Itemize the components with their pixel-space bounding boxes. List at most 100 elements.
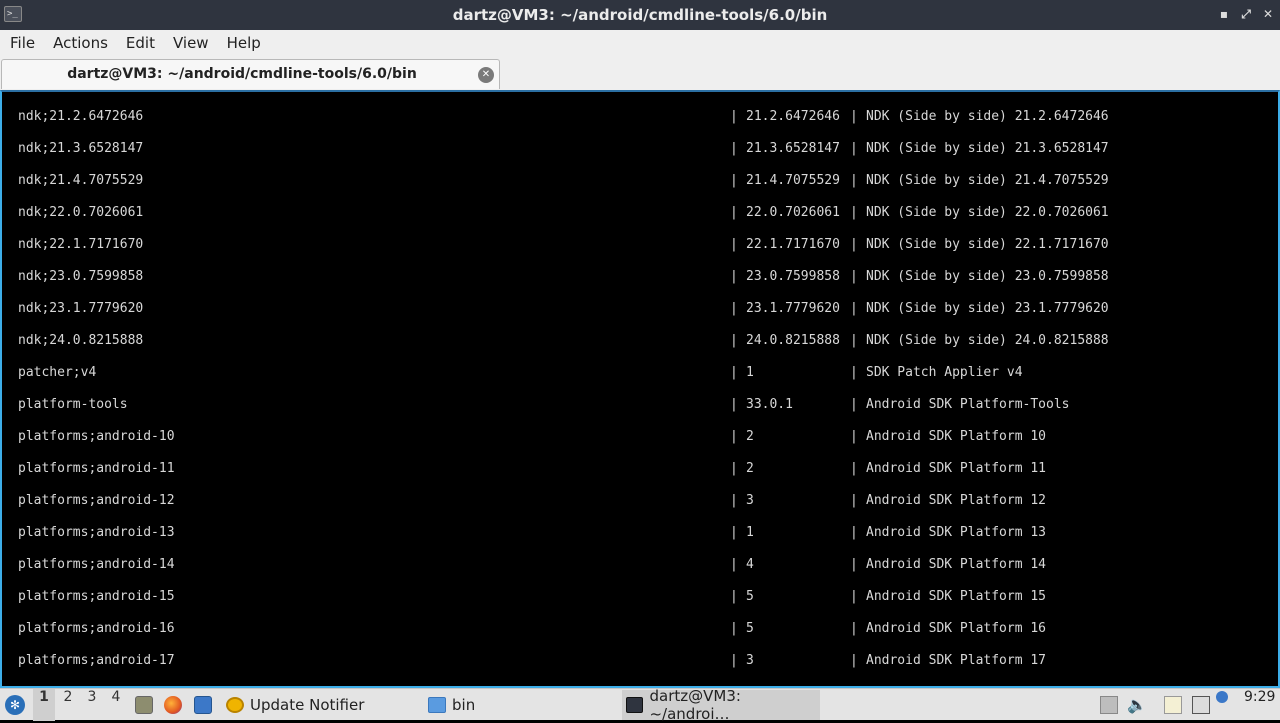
package-version: 33.0.1: [746, 397, 793, 412]
menu-actions[interactable]: Actions: [45, 30, 116, 57]
package-path: ndk;22.0.7026061: [18, 205, 144, 220]
column-separator: |: [730, 589, 738, 604]
close-button[interactable]: ✕: [1260, 6, 1276, 22]
terminal-line: platforms;android-13 | 1 | Android SDK Platf…: [18, 523, 1258, 555]
package-description: Android SDK Platform-Tools: [866, 397, 1070, 412]
package-path: platforms;android-15: [18, 589, 175, 604]
package-path: ndk;24.0.8215888: [18, 333, 144, 348]
column-separator: |: [850, 461, 858, 476]
package-description: Android SDK Platform 14: [866, 557, 1047, 572]
package-description: Android SDK Platform 17: [866, 653, 1047, 668]
menu-help[interactable]: Help: [219, 30, 269, 57]
column-separator: |: [730, 525, 738, 540]
package-version: 4: [746, 557, 754, 572]
column-separator: |: [850, 397, 858, 412]
package-version: 22.1.7171670: [746, 237, 840, 252]
package-description: NDK (Side by side) 21.4.7075529: [866, 173, 1109, 188]
column-separator: |: [730, 461, 738, 476]
firefox-icon[interactable]: [164, 696, 182, 714]
workspace-2[interactable]: 2: [57, 689, 79, 721]
package-version: 5: [746, 621, 754, 636]
package-path: platforms;android-10: [18, 429, 175, 444]
terminal-line: ndk;21.2.6472646 | 21.2.6472646 | NDK (Side …: [18, 107, 1258, 139]
clipboard-icon[interactable]: [1100, 696, 1118, 714]
minimize-button[interactable]: ▪: [1216, 6, 1232, 22]
workspace-4[interactable]: 4: [105, 689, 127, 721]
package-path: platforms;android-12: [18, 493, 175, 508]
package-description: NDK (Side by side) 24.0.8215888: [866, 333, 1109, 348]
workspace-1[interactable]: 1: [33, 689, 55, 721]
terminal-line: platforms;android-12 | 3 | Android SDK Platf…: [18, 491, 1258, 523]
terminal-line: ndk;22.1.7171670 | 22.1.7171670 | NDK (Side …: [18, 235, 1258, 267]
column-separator: |: [730, 269, 738, 284]
terminal-line: ndk;23.1.7779620 | 23.1.7779620 | NDK (Side …: [18, 299, 1258, 331]
package-description: NDK (Side by side) 22.0.7026061: [866, 205, 1109, 220]
package-path: patcher;v4: [18, 365, 97, 380]
desktop-icon[interactable]: [194, 696, 212, 714]
menu-file[interactable]: File: [2, 30, 43, 57]
tab-close-icon[interactable]: ✕: [478, 67, 494, 83]
menu-view[interactable]: View: [165, 30, 217, 57]
column-separator: |: [850, 621, 858, 636]
package-version: 2: [746, 461, 754, 476]
package-description: NDK (Side by side) 23.1.7779620: [866, 301, 1109, 316]
terminal-output[interactable]: ndk;21.2.6472646 | 21.2.6472646 | NDK (Side …: [0, 90, 1280, 688]
clock[interactable]: 9:29: [1244, 689, 1275, 705]
package-path: ndk;21.2.6472646: [18, 109, 144, 124]
notes-icon[interactable]: [1164, 696, 1182, 714]
package-path: platform-tools: [18, 397, 128, 412]
taskbar: ✻ 1 2 3 4 Update Notifier bin dartz@VM3:…: [0, 687, 1280, 723]
task-bin[interactable]: bin: [424, 690, 620, 720]
maximize-button[interactable]: ⤢: [1238, 6, 1254, 22]
column-separator: |: [730, 333, 738, 348]
column-separator: |: [850, 525, 858, 540]
package-version: 3: [746, 493, 754, 508]
terminal-line: platforms;android-14 | 4 | Android SDK Platf…: [18, 555, 1258, 587]
terminal-line: ndk;23.0.7599858 | 23.0.7599858 | NDK (Side …: [18, 267, 1258, 299]
column-separator: |: [850, 141, 858, 156]
package-version: 5: [746, 589, 754, 604]
file-manager-icon[interactable]: [135, 696, 153, 714]
column-separator: |: [850, 205, 858, 220]
terminal-line: patcher;v4 | 1 | SDK Patch Applier v4: [18, 363, 1258, 395]
folder-icon: [428, 697, 446, 713]
package-version: 3: [746, 653, 754, 668]
task-update-notifier[interactable]: Update Notifier: [222, 690, 420, 720]
column-separator: |: [730, 397, 738, 412]
start-menu-icon[interactable]: ✻: [5, 695, 25, 715]
workspace-3[interactable]: 3: [81, 689, 103, 721]
package-description: NDK (Side by side) 22.1.7171670: [866, 237, 1109, 252]
terminal-icon: [626, 697, 644, 713]
terminal-tab[interactable]: dartz@VM3: ~/android/cmdline-tools/6.0/b…: [1, 59, 500, 89]
package-version: 24.0.8215888: [746, 333, 840, 348]
menu-edit[interactable]: Edit: [118, 30, 163, 57]
column-separator: |: [730, 237, 738, 252]
package-path: ndk;21.4.7075529: [18, 173, 144, 188]
terminal-line: platforms;android-16 | 5 | Android SDK Platf…: [18, 619, 1258, 651]
column-separator: |: [730, 365, 738, 380]
package-version: 23.1.7779620: [746, 301, 840, 316]
task-label: Update Notifier: [250, 696, 365, 714]
package-description: NDK (Side by side) 21.3.6528147: [866, 141, 1109, 156]
package-path: ndk;22.1.7171670: [18, 237, 144, 252]
column-separator: |: [730, 493, 738, 508]
volume-icon[interactable]: 🔈: [1127, 696, 1147, 714]
column-separator: |: [850, 237, 858, 252]
column-separator: |: [730, 173, 738, 188]
column-separator: |: [850, 365, 858, 380]
tab-label: dartz@VM3: ~/android/cmdline-tools/6.0/b…: [67, 66, 417, 82]
package-version: 22.0.7026061: [746, 205, 840, 220]
package-description: Android SDK Platform 12: [866, 493, 1047, 508]
info-icon[interactable]: [1216, 691, 1228, 703]
column-separator: |: [850, 109, 858, 124]
network-icon[interactable]: [1192, 696, 1210, 714]
menu-bar: File Actions Edit View Help: [0, 30, 1280, 57]
package-path: platforms;android-17: [18, 653, 175, 668]
tab-bar: dartz@VM3: ~/android/cmdline-tools/6.0/b…: [0, 57, 1280, 90]
task-terminal[interactable]: dartz@VM3: ~/androi…: [622, 687, 820, 723]
package-version: 21.2.6472646: [746, 109, 840, 124]
package-version: 21.3.6528147: [746, 141, 840, 156]
terminal-line: platforms;android-15 | 5 | Android SDK Platf…: [18, 587, 1258, 619]
title-bar: >_ dartz@VM3: ~/android/cmdline-tools/6.…: [0, 0, 1280, 30]
package-description: NDK (Side by side) 21.2.6472646: [866, 109, 1109, 124]
